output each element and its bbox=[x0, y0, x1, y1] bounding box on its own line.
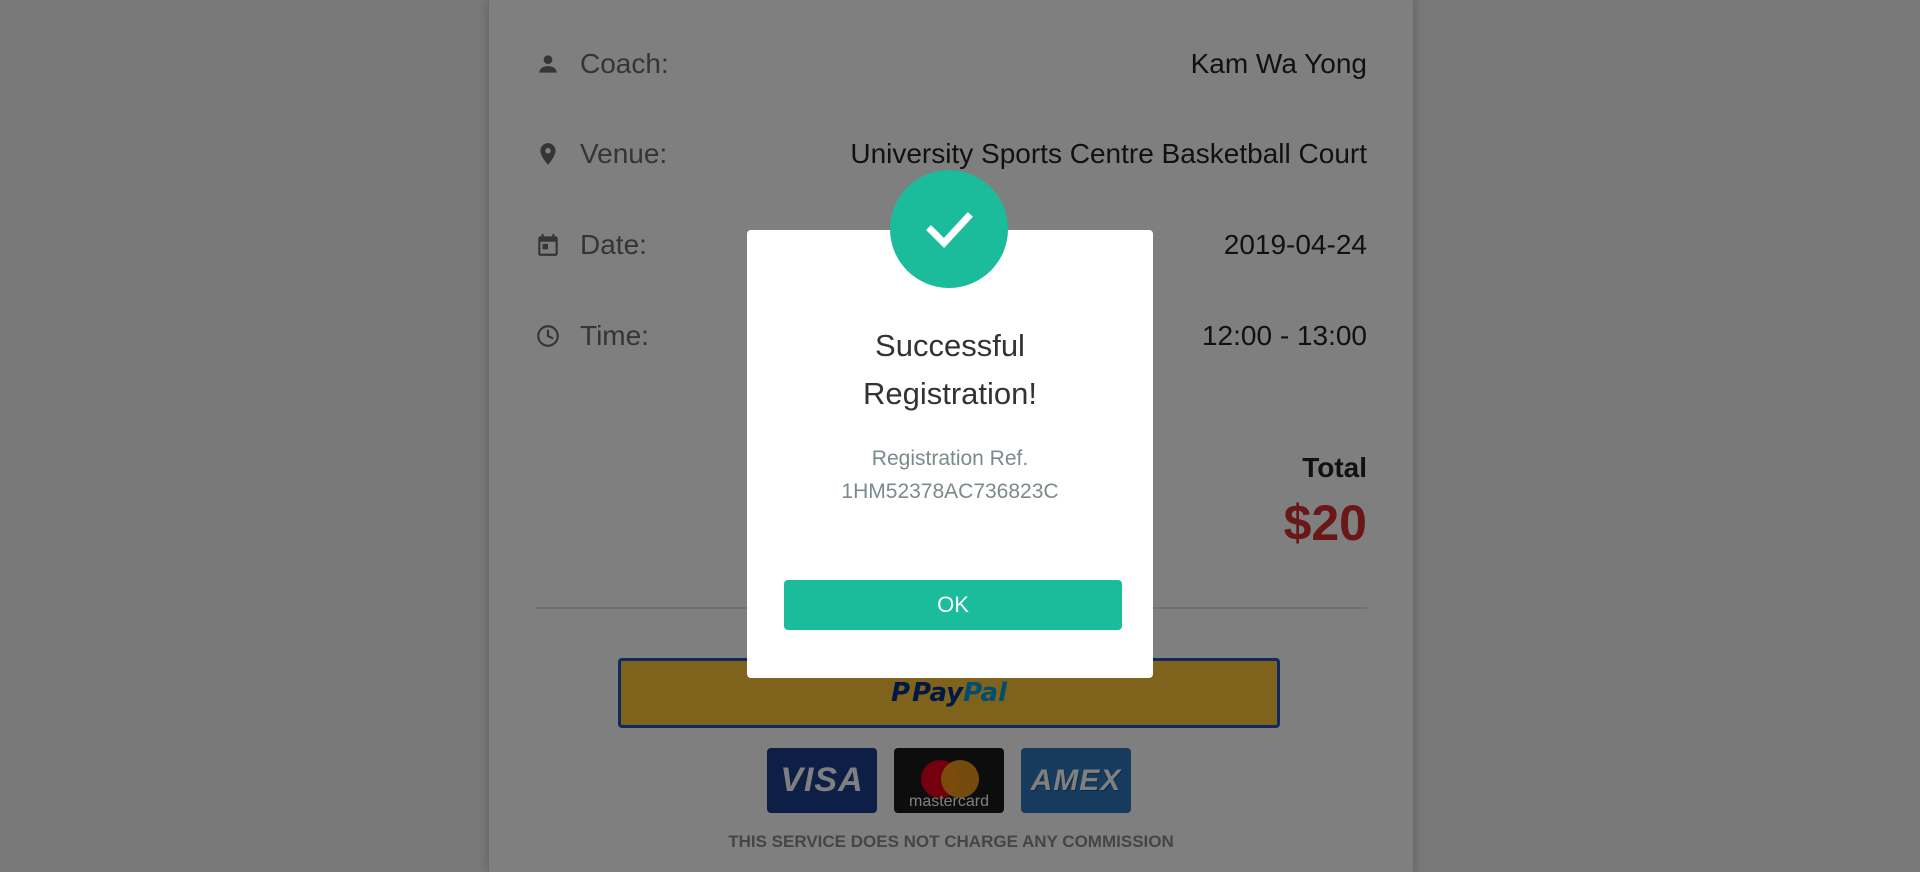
modal-title: Successful Registration! bbox=[862, 328, 1038, 411]
registration-ref: Registration Ref. 1HM52378AC736823C bbox=[747, 442, 1153, 508]
checkmark-icon bbox=[890, 170, 1008, 288]
registration-ref-label: Registration Ref. bbox=[871, 447, 1029, 470]
ok-button[interactable]: OK bbox=[784, 580, 1122, 630]
success-modal: Successful Registration! Registration Re… bbox=[747, 170, 1153, 678]
registration-ref-value: 1HM52378AC736823C bbox=[841, 480, 1059, 503]
